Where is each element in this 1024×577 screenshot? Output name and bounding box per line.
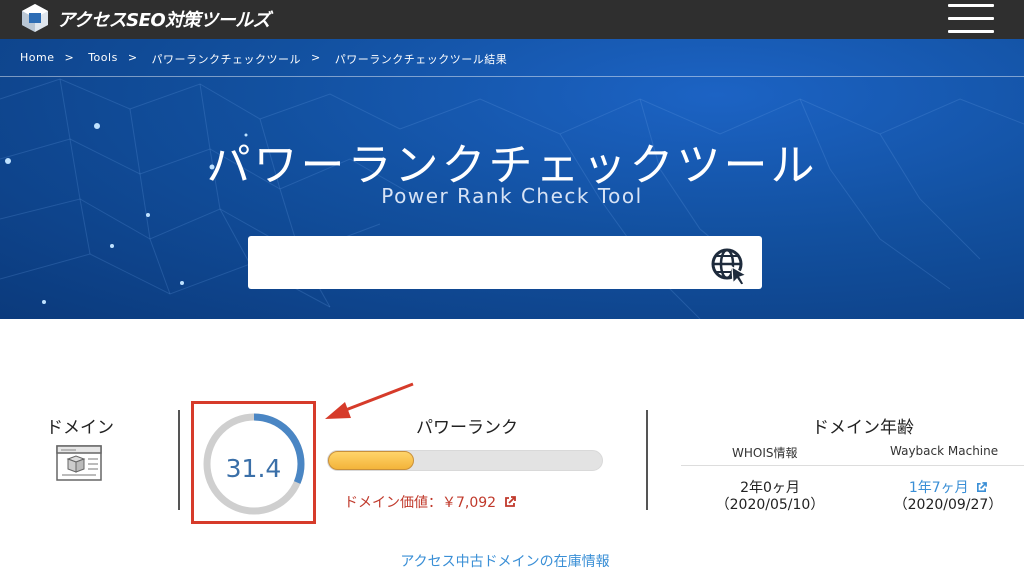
- power-rank-score: 31.4: [225, 454, 282, 483]
- used-domain-stock-link[interactable]: アクセス中古ドメインの在庫情報: [0, 551, 1010, 571]
- whois-column-header: WHOIS情報: [732, 446, 798, 460]
- age-table-divider: [681, 465, 1024, 466]
- power-rank-bar: [327, 450, 603, 471]
- site-logo-text[interactable]: アクセスSEO対策ツールズ: [57, 6, 271, 32]
- homepage-icon: [56, 445, 102, 481]
- breadcrumb-power-rank-tool[interactable]: パワーランクチェックツール: [152, 51, 302, 67]
- column-divider: [178, 410, 180, 510]
- domain-value-text[interactable]: ドメイン価値：￥7,092: [344, 495, 496, 511]
- breadcrumb-separator: >: [127, 51, 138, 64]
- power-rank-label: パワーランク: [416, 418, 518, 438]
- top-bar: アクセスSEO対策ツールズ: [0, 0, 1024, 39]
- power-rank-bar-fill: [328, 451, 414, 470]
- wayback-date: （2020/09/27）: [893, 497, 1003, 513]
- external-link-icon[interactable]: [976, 482, 988, 493]
- breadcrumb-current-page: パワーランクチェックツール結果: [334, 53, 508, 66]
- domain-value-row[interactable]: ドメイン価値：￥7,092: [344, 492, 516, 512]
- breadcrumb-divider: [0, 76, 1024, 77]
- highlight-arrow: [325, 382, 414, 419]
- cube-logo-icon[interactable]: [20, 3, 50, 33]
- hero-section: Home > Tools > パワーランクチェックツール > パワーランクチェッ…: [0, 39, 1024, 319]
- external-link-icon[interactable]: [504, 496, 516, 508]
- globe-cursor-icon[interactable]: [708, 245, 750, 287]
- search-box: [248, 236, 762, 289]
- domain-search-input[interactable]: [258, 244, 698, 281]
- whois-date: （2020/05/10）: [715, 497, 825, 513]
- domain-label: ドメイン: [46, 418, 114, 438]
- power-rank-score-gauge: 31.4: [191, 401, 316, 524]
- breadcrumb-separator: >: [311, 51, 321, 64]
- hamburger-menu-button[interactable]: [948, 4, 994, 34]
- breadcrumb-home[interactable]: Home: [20, 51, 54, 67]
- breadcrumb-tools[interactable]: Tools: [88, 51, 118, 67]
- wayback-column-header: Wayback Machine: [890, 444, 999, 458]
- breadcrumb: Home > Tools > パワーランクチェックツール > パワーランクチェッ…: [20, 51, 507, 67]
- page-subtitle: Power Rank Check Tool: [381, 184, 643, 208]
- column-divider: [646, 410, 648, 510]
- domain-age-title: ドメイン年齢: [812, 418, 914, 438]
- breadcrumb-separator: >: [64, 51, 75, 64]
